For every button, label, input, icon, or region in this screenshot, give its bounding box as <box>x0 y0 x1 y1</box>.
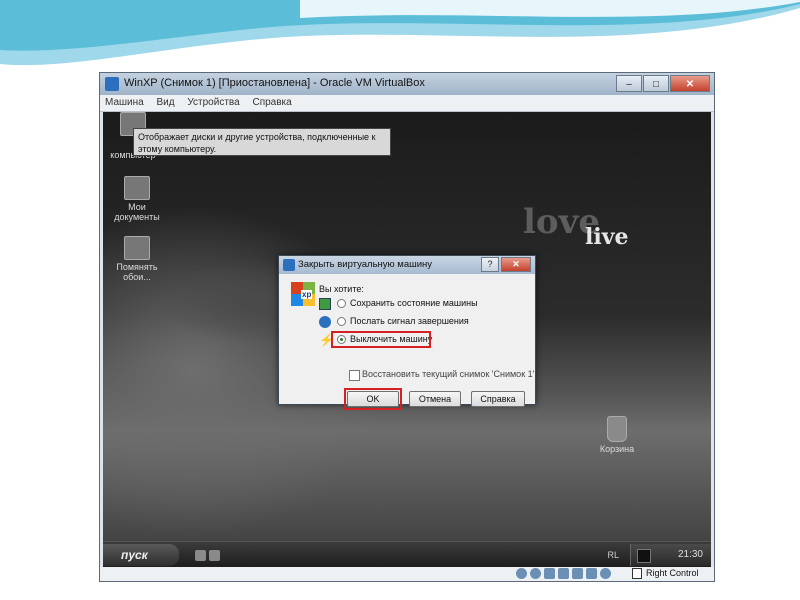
status-bar: Right Control <box>100 567 714 581</box>
xp-logo-label: xp <box>301 290 313 299</box>
host-key-label: Right Control <box>646 568 699 578</box>
cancel-button[interactable]: Отмена <box>409 391 461 407</box>
folder-icon <box>124 176 150 200</box>
cd-icon[interactable] <box>530 568 541 579</box>
radio-save-state[interactable] <box>337 299 346 308</box>
menu-machine[interactable]: Машина <box>100 95 149 110</box>
tooltip: Отображает диски и другие устройства, по… <box>133 128 391 156</box>
dialog-body: xp Вы хотите: Сохранить состояние машины… <box>279 274 535 410</box>
power-icon: ⚡ <box>319 333 334 347</box>
desktop-icon-recycle-bin[interactable]: Корзина <box>587 416 647 454</box>
menu-help[interactable]: Справка <box>247 95 296 110</box>
menu-devices[interactable]: Устройства <box>182 95 244 110</box>
vbox-icon <box>105 77 119 91</box>
wallpaper-text-live: live <box>585 224 629 250</box>
display-icon[interactable] <box>586 568 597 579</box>
save-state-icon <box>319 298 331 310</box>
start-button[interactable]: пуск <box>103 544 179 566</box>
system-tray: 21:30 <box>630 544 711 566</box>
dialog-close-button[interactable]: ✕ <box>501 257 531 272</box>
close-vm-dialog: Закрыть виртуальную машину ? ✕ xp Вы хот… <box>278 255 536 410</box>
ok-highlight <box>344 388 402 410</box>
vbox-icon <box>283 259 295 271</box>
window-titlebar[interactable]: WinXP (Снимок 1) [Приостановлена] - Orac… <box>100 73 714 95</box>
menu-view[interactable]: Вид <box>151 95 179 110</box>
acpi-icon <box>319 316 331 328</box>
network-icon[interactable] <box>558 568 569 579</box>
close-button[interactable]: ✕ <box>670 75 710 92</box>
option-label: Сохранить состояние машины <box>350 298 478 308</box>
recycle-bin-icon <box>607 416 627 442</box>
dialog-help-button[interactable]: ? <box>481 257 499 272</box>
minimize-button[interactable]: – <box>616 75 642 92</box>
browser-icon[interactable] <box>195 550 206 561</box>
window-title: WinXP (Снимок 1) [Приостановлена] - Orac… <box>124 77 425 89</box>
power-off-highlight <box>331 331 431 348</box>
desktop-icon-label: Корзина <box>599 444 635 454</box>
host-key-icon <box>632 568 642 579</box>
desktop-icon-wallpaper[interactable]: Помянять обои... <box>107 236 167 282</box>
dialog-question: Вы хотите: <box>319 284 364 294</box>
display-settings-icon <box>124 236 150 260</box>
option-label: Послать сигнал завершения <box>350 316 469 326</box>
hdd-icon[interactable] <box>516 568 527 579</box>
desktop-icon-my-documents[interactable]: Мои документы <box>107 176 167 222</box>
help-button[interactable]: Справка <box>471 391 525 407</box>
dialog-title: Закрыть виртуальную машину <box>298 259 433 270</box>
dialog-titlebar[interactable]: Закрыть виртуальную машину ? ✕ <box>279 256 535 274</box>
menu-bar: Машина Вид Устройства Справка <box>100 95 714 112</box>
radio-acpi-shutdown[interactable] <box>337 317 346 326</box>
restore-snapshot-label: Восстановить текущий снимок 'Снимок 1' <box>362 369 535 379</box>
shared-folder-icon[interactable] <box>572 568 583 579</box>
mouse-integration-icon[interactable] <box>600 568 611 579</box>
xp-taskbar: пуск RL 21:30 <box>103 541 711 567</box>
maximize-button[interactable]: □ <box>643 75 669 92</box>
show-desktop-icon[interactable] <box>209 550 220 561</box>
desktop-icon-label: Мои документы <box>114 202 160 222</box>
usb-icon[interactable] <box>544 568 555 579</box>
language-indicator[interactable]: RL <box>607 550 619 560</box>
clock: 21:30 <box>677 549 703 560</box>
tray-app-icon[interactable] <box>637 549 651 563</box>
restore-snapshot-checkbox[interactable] <box>349 370 360 381</box>
quick-launch <box>195 548 223 562</box>
desktop-icon-label: Помянять обои... <box>116 262 158 282</box>
